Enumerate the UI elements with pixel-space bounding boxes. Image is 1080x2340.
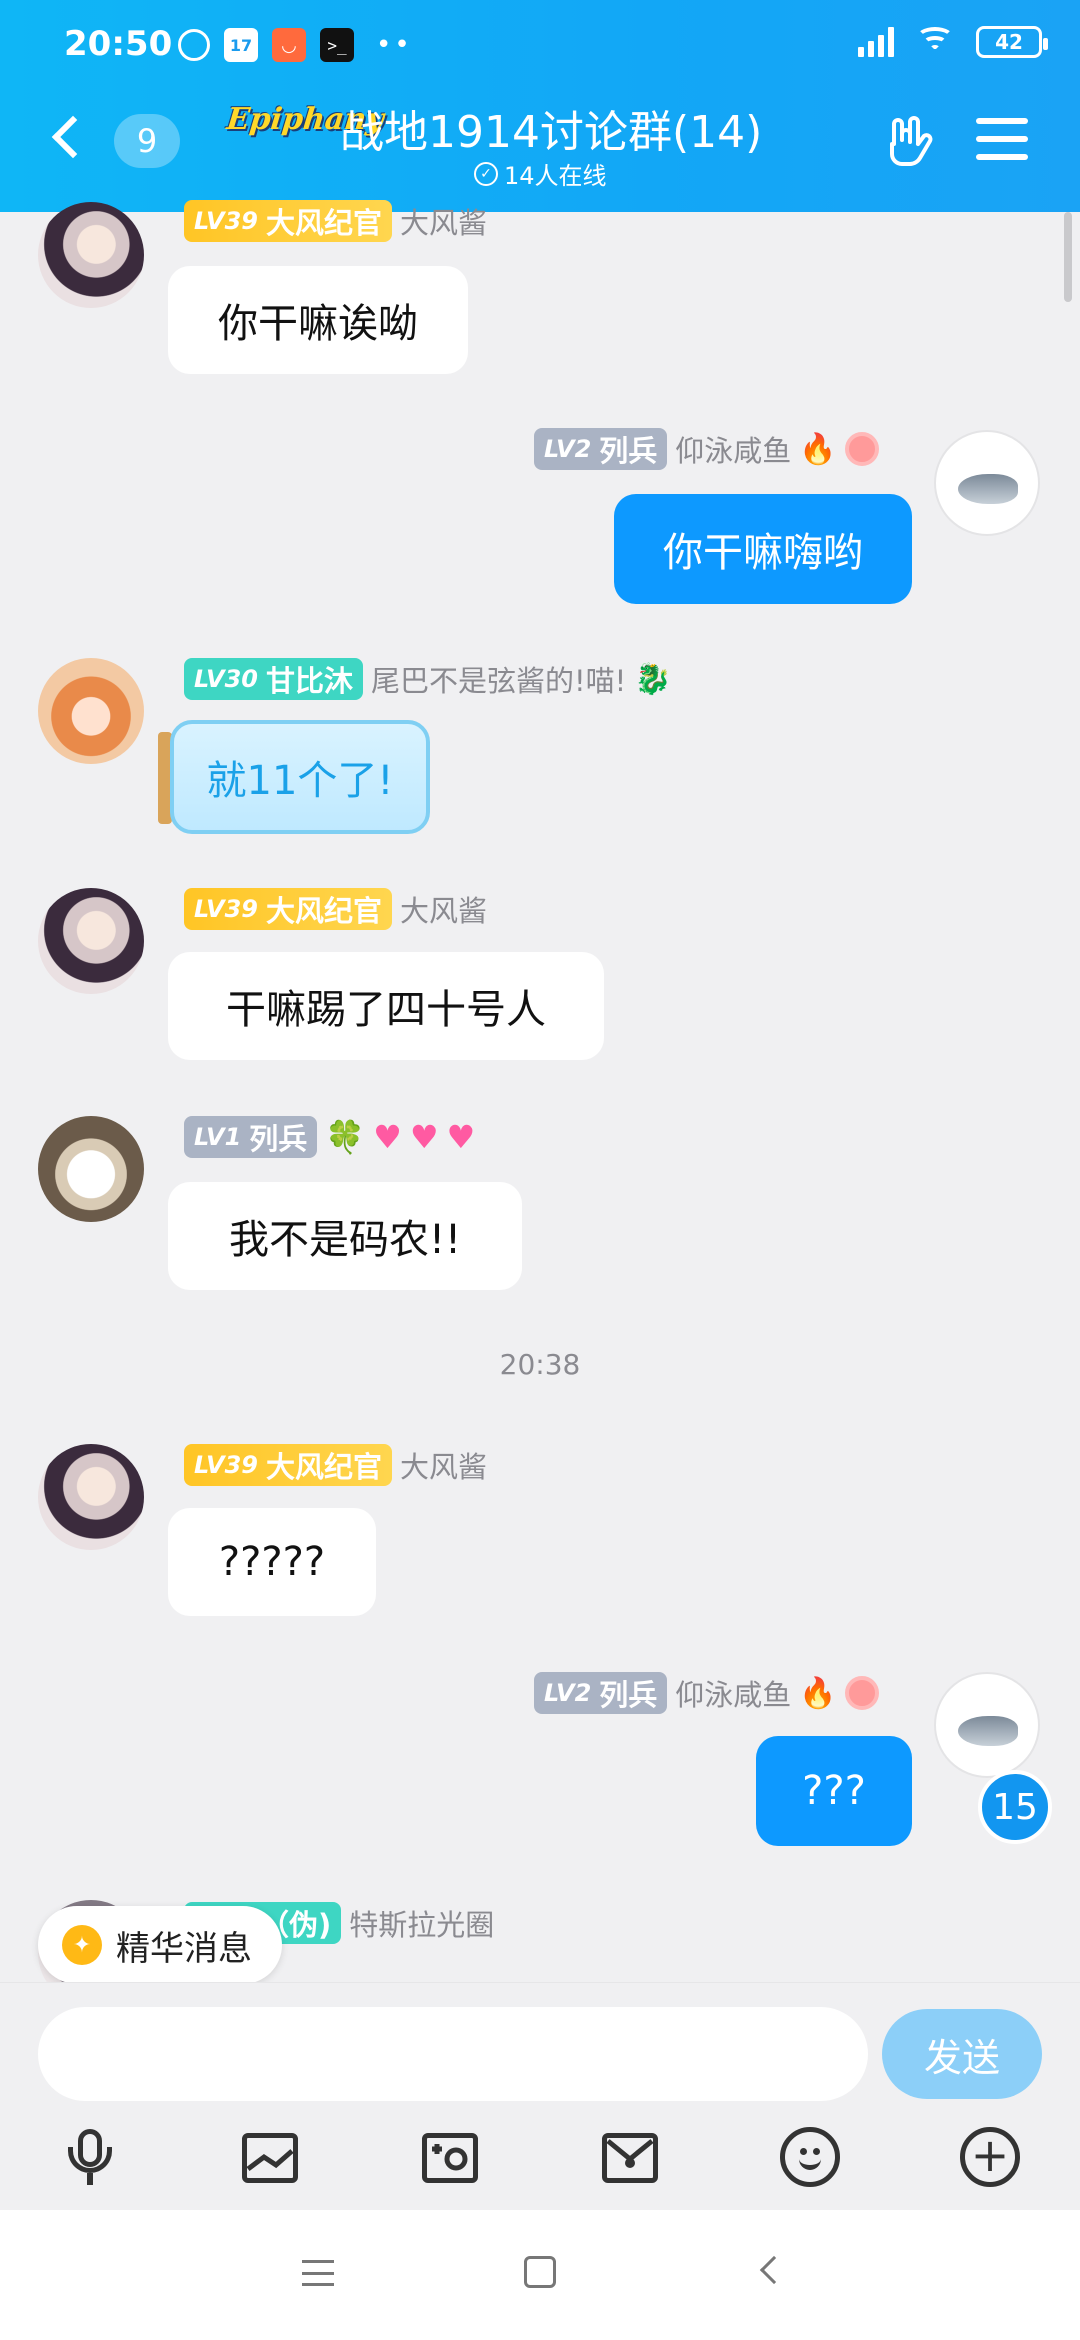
- sender-info: LV30 甘比沐 尾巴不是弦酱的!喵! 🐉: [184, 658, 672, 700]
- send-button[interactable]: 发送: [882, 2009, 1042, 2099]
- message-bubble[interactable]: 我不是码农!!: [168, 1182, 522, 1290]
- fire-icon: 🔥: [799, 1675, 837, 1711]
- level-tag: LV1 列兵: [184, 1116, 318, 1158]
- heart-icon: ♥: [446, 1118, 476, 1156]
- avatar[interactable]: [934, 430, 1040, 536]
- red-packet-icon[interactable]: [598, 2125, 662, 2189]
- status-bar: 20:50 17 ◡ >_ •• 42: [0, 0, 1080, 90]
- input-area: 发送 +: [0, 1982, 1080, 2210]
- status-time: 20:50: [64, 24, 173, 64]
- sender-name: 仰泳咸鱼: [675, 1678, 792, 1712]
- level-tag: LV39 大风纪官: [184, 1444, 392, 1486]
- header: 20:50 17 ◡ >_ •• 42 9 Epiphany 战地1914讨论群…: [0, 0, 1080, 212]
- flower-icon: [844, 1676, 879, 1710]
- avatar[interactable]: [38, 1444, 144, 1550]
- group-title[interactable]: 战地1914讨论群(14): [340, 96, 762, 160]
- battery-icon: 42: [976, 26, 1048, 58]
- level-tag: LV39 大风纪官: [184, 888, 392, 930]
- terminal-icon: >_: [320, 28, 354, 62]
- avatar[interactable]: [38, 658, 144, 764]
- back-icon[interactable]: [759, 2255, 789, 2285]
- notification-icons: 17 ◡ >_ ••: [178, 28, 413, 62]
- system-nav-bar: [0, 2210, 1080, 2340]
- sender-name: 仰泳咸鱼: [675, 434, 792, 468]
- sender-info: LV1 列兵 🍀 ♥ ♥ ♥: [184, 1116, 475, 1158]
- sender-name: 大风酱: [399, 894, 487, 928]
- message-input[interactable]: [38, 2007, 868, 2101]
- avatar[interactable]: [38, 888, 144, 994]
- flower-icon: [844, 432, 879, 466]
- input-toolbar: +: [0, 2109, 1080, 2209]
- dragon-icon: 🐉: [634, 661, 672, 697]
- message-bubble[interactable]: 干嘛踢了四十号人: [168, 952, 604, 1060]
- plus-icon[interactable]: +: [958, 2125, 1022, 2189]
- image-icon[interactable]: [238, 2125, 302, 2189]
- menu-icon[interactable]: [976, 118, 1028, 160]
- sender-name: 大风酱: [399, 206, 487, 240]
- message-bubble[interactable]: ???: [756, 1736, 912, 1846]
- essence-label: 精华消息: [116, 1928, 252, 1969]
- avatar[interactable]: [934, 1672, 1040, 1778]
- online-status: ✓ 14人在线: [474, 156, 607, 191]
- sender-info: LV39 大风纪官 大风酱: [184, 200, 487, 242]
- sender-info: LV2 列兵 仰泳咸鱼 🔥: [534, 428, 879, 470]
- unread-count-badge[interactable]: 9: [114, 114, 180, 168]
- sender-name: 特斯拉光圈: [349, 1908, 495, 1942]
- level-tag: LV2 列兵: [534, 1672, 668, 1714]
- online-count: 14人在线: [504, 162, 607, 190]
- emoji-icon[interactable]: [778, 2125, 842, 2189]
- signal-icon: [858, 27, 894, 57]
- avatar[interactable]: [38, 202, 144, 308]
- group-logo: Epiphany: [225, 102, 386, 137]
- clover-icon: 🍀: [325, 1118, 366, 1156]
- sender-info: LV39 大风纪官 大风酱: [184, 888, 487, 930]
- avatar[interactable]: [38, 1116, 144, 1222]
- mic-icon[interactable]: [58, 2125, 122, 2189]
- level-tag: LV30 甘比沐: [184, 658, 363, 700]
- message-bubble[interactable]: 你干嘛嗨哟: [614, 494, 912, 604]
- message-bubble[interactable]: 就11个了!: [170, 720, 430, 834]
- sender-info: LV2 列兵 仰泳咸鱼 🔥: [534, 1672, 879, 1714]
- check-circle-icon: ✓: [474, 161, 498, 186]
- fire-icon: 🔥: [799, 431, 837, 467]
- recent-apps-icon[interactable]: [302, 2260, 334, 2286]
- sender-info: LV39 大风纪官 大风酱: [184, 1444, 487, 1486]
- essence-messages-button[interactable]: ✦ 精华消息: [38, 1906, 282, 1984]
- home-icon[interactable]: [524, 2256, 556, 2288]
- wifi-icon: [916, 27, 954, 57]
- more-notifications-icon: ••: [376, 30, 413, 60]
- rock-hand-icon[interactable]: [880, 114, 936, 170]
- heart-icon: ♥: [409, 1118, 439, 1156]
- message-bubble[interactable]: 你干嘛诶呦: [168, 266, 468, 374]
- sender-name: 大风酱: [399, 1450, 487, 1484]
- sender-name: 尾巴不是弦酱的!喵!: [370, 664, 627, 698]
- unread-messages-badge[interactable]: 15: [978, 1770, 1052, 1844]
- scrollbar[interactable]: [1064, 212, 1072, 302]
- status-right: 42: [858, 26, 1048, 58]
- time-separator: 20:38: [499, 1348, 581, 1381]
- heart-icon: ♥: [373, 1118, 402, 1156]
- shop-icon: ◡: [272, 28, 306, 62]
- back-chevron-icon[interactable]: [51, 115, 95, 159]
- sparkle-icon: ✦: [62, 1925, 102, 1965]
- level-tag: LV2 列兵: [534, 428, 668, 470]
- title-bar: 9 Epiphany 战地1914讨论群(14) ✓ 14人在线: [0, 96, 1080, 196]
- level-tag: LV39 大风纪官: [184, 200, 392, 242]
- message-bubble[interactable]: ?????: [168, 1508, 376, 1616]
- chat-screen: 20:50 17 ◡ >_ •• 42 9 Epiphany 战地1914讨论群…: [0, 0, 1080, 2340]
- camera-icon[interactable]: [418, 2125, 482, 2189]
- calendar-icon: 17: [224, 28, 258, 62]
- alarm-icon: [178, 29, 210, 61]
